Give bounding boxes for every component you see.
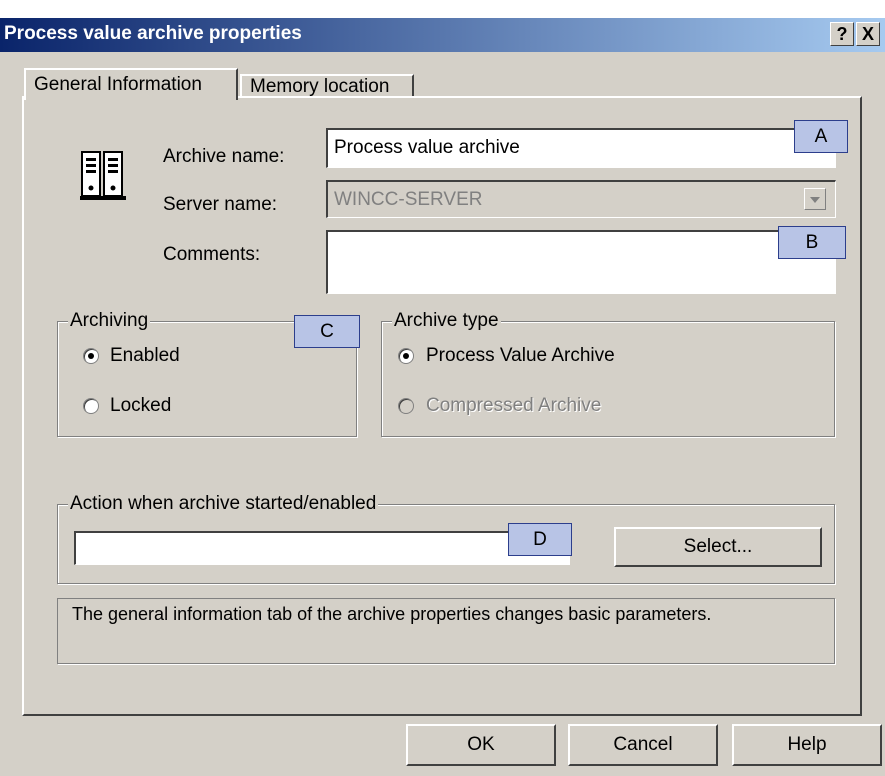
cancel-button[interactable]: Cancel [568, 724, 718, 766]
locked-label[interactable]: Locked [110, 395, 171, 417]
chevron-down-icon[interactable] [804, 188, 826, 210]
callout-c: C [294, 315, 360, 348]
archive-name-label: Archive name: [163, 146, 285, 167]
ok-button[interactable]: OK [406, 724, 556, 766]
action-input[interactable] [74, 531, 570, 565]
tab-memory-location[interactable]: Memory location [240, 74, 414, 98]
callout-b: B [778, 226, 846, 259]
server-name-select[interactable]: WINCC-SERVER [326, 180, 836, 218]
close-button[interactable]: X [856, 22, 880, 46]
action-legend: Action when archive started/enabled [68, 493, 379, 515]
window-title: Process value archive properties [4, 23, 302, 44]
callout-d: D [508, 523, 572, 556]
info-text-box: The general information tab of the archi… [57, 598, 835, 664]
info-text: The general information tab of the archi… [72, 604, 712, 624]
help-button[interactable]: ? [830, 22, 854, 46]
locked-radio[interactable] [83, 398, 99, 414]
archive-binders-icon [80, 151, 126, 200]
action-group: Action when archive started/enabled Sele… [57, 493, 835, 584]
archiving-legend: Archiving [68, 310, 151, 332]
archive-name-value: Process value archive [334, 137, 520, 158]
properties-dialog: Process value archive properties ? X Gen… [0, 18, 885, 776]
tab-general-information[interactable]: General Information [24, 68, 238, 100]
comments-textarea[interactable] [326, 230, 836, 294]
server-name-label: Server name: [163, 194, 278, 215]
process-value-archive-label[interactable]: Process Value Archive [426, 345, 615, 367]
callout-a: A [794, 120, 848, 153]
archive-type-legend: Archive type [392, 310, 501, 332]
select-button[interactable]: Select... [614, 527, 822, 567]
help-dialog-button[interactable]: Help [732, 724, 882, 766]
enabled-label[interactable]: Enabled [110, 345, 180, 367]
enabled-radio[interactable] [83, 348, 99, 364]
compressed-archive-label: Compressed Archive [426, 395, 602, 416]
compressed-archive-radio [398, 398, 414, 414]
server-name-value: WINCC-SERVER [334, 189, 483, 210]
process-value-archive-radio[interactable] [398, 348, 414, 364]
title-bar: Process value archive properties ? X [0, 18, 885, 52]
archive-name-input[interactable]: Process value archive [326, 128, 836, 168]
archive-type-group: Archive type Process Value Archive Compr… [381, 310, 835, 437]
comments-label: Comments: [163, 244, 261, 265]
